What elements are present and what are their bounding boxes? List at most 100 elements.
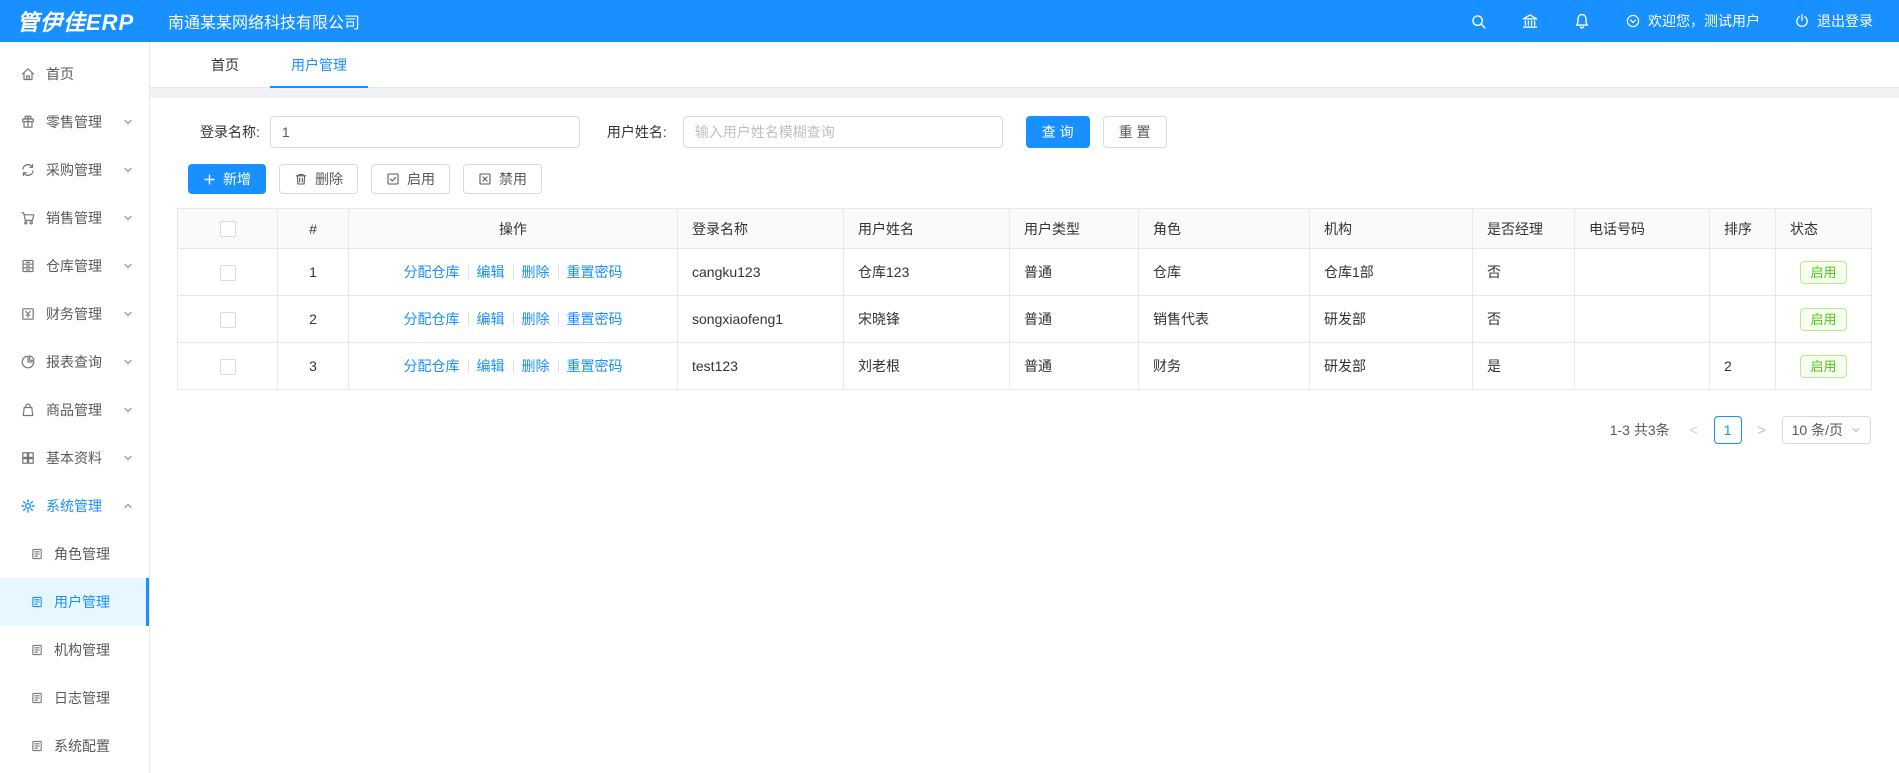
chevron-down-icon [124, 407, 132, 413]
status-badge: 启用 [1800, 307, 1847, 331]
list-icon [32, 596, 42, 608]
login-name-input[interactable] [269, 116, 580, 148]
row-checkbox[interactable] [219, 311, 236, 328]
sort-cell: 2 [1709, 342, 1776, 390]
select-all-checkbox[interactable] [219, 221, 236, 238]
prev-page-button[interactable]: < [1684, 422, 1704, 439]
sidebar-item-warehouse[interactable]: 仓库管理 [0, 242, 149, 290]
sidebar-item-finance[interactable]: 财务管理 [0, 290, 149, 338]
col-role: 角色 [1138, 208, 1310, 249]
sidebar-item-user-management[interactable]: 用户管理 [0, 578, 149, 626]
page-size-select[interactable]: 10 条/页 [1781, 416, 1871, 444]
table-row: 2 分配仓库 编辑 删除 重置密码 songxiaofeng1 宋晓锋 普通 销… [177, 295, 1872, 343]
query-button[interactable]: 查 询 [1025, 116, 1090, 148]
logout-button[interactable]: 退出登录 [1794, 11, 1873, 31]
sidebar-item-system[interactable]: 系统管理 [0, 482, 149, 530]
role-cell: 财务 [1138, 342, 1310, 390]
delete-link[interactable]: 删除 [522, 309, 550, 329]
divider [557, 312, 559, 326]
org-cell: 研发部 [1309, 342, 1473, 390]
col-login: 登录名称 [677, 208, 844, 249]
sync-icon [22, 164, 34, 176]
sidebar-label: 财务管理 [46, 306, 102, 322]
bank-icon[interactable] [1521, 12, 1539, 30]
reset-password-link[interactable]: 重置密码 [567, 262, 623, 282]
sidebar-item-basic-data[interactable]: 基本资料 [0, 434, 149, 482]
divider [557, 265, 559, 279]
row-actions: 分配仓库 编辑 删除 重置密码 [353, 262, 673, 282]
col-phone: 电话号码 [1574, 208, 1710, 249]
users-table: # 操作 登录名称 用户姓名 用户类型 角色 机构 是否经理 电话号码 排序 状… [177, 208, 1872, 390]
edit-link[interactable]: 编辑 [477, 356, 505, 376]
sidebar-item-reports[interactable]: 报表查询 [0, 338, 149, 386]
tab-user-management[interactable]: 用户管理 [270, 42, 368, 88]
delete-link[interactable]: 删除 [522, 262, 550, 282]
edit-link[interactable]: 编辑 [477, 309, 505, 329]
user-menu[interactable]: 欢迎您，测试用户 [1625, 11, 1760, 31]
list-icon [32, 740, 42, 752]
toolbar: 新增 删除 启用 禁用 [188, 164, 1871, 194]
tab-home[interactable]: 首页 [190, 42, 260, 87]
top-header: 管伊佳ERP 南通某某网络科技有限公司 欢迎您，测试用户 退出登录 [0, 0, 1899, 42]
chevron-down-icon [124, 263, 132, 269]
org-cell: 仓库1部 [1309, 248, 1473, 296]
sidebar-label: 首页 [46, 66, 74, 82]
delete-button[interactable]: 删除 [279, 164, 358, 194]
row-checkbox[interactable] [219, 264, 236, 281]
manager-cell: 否 [1472, 248, 1575, 296]
sidebar-item-retail[interactable]: 零售管理 [0, 98, 149, 146]
search-icon[interactable] [1470, 13, 1487, 30]
header-actions: 欢迎您，测试用户 退出登录 [1470, 11, 1899, 31]
manager-cell: 是 [1472, 342, 1575, 390]
sidebar-label: 系统配置 [54, 738, 110, 754]
chevron-down-icon [1852, 427, 1860, 433]
login-cell: cangku123 [677, 248, 844, 296]
sidebar-label: 用户管理 [54, 594, 110, 610]
sidebar-item-org-management[interactable]: 机构管理 [0, 626, 149, 674]
assign-warehouse-link[interactable]: 分配仓库 [404, 356, 460, 376]
page-number-button[interactable]: 1 [1713, 416, 1742, 444]
sidebar-label: 基本资料 [46, 450, 102, 466]
enable-label: 启用 [407, 171, 435, 187]
enable-button[interactable]: 启用 [371, 164, 450, 194]
role-cell: 销售代表 [1138, 295, 1310, 343]
sidebar-item-role-management[interactable]: 角色管理 [0, 530, 149, 578]
row-checkbox[interactable] [219, 358, 236, 375]
sidebar-item-products[interactable]: 商品管理 [0, 386, 149, 434]
sidebar-label: 销售管理 [46, 210, 102, 226]
edit-link[interactable]: 编辑 [477, 262, 505, 282]
add-label: 新增 [223, 171, 251, 187]
logout-label: 退出登录 [1817, 13, 1873, 29]
reset-button[interactable]: 重 置 [1102, 116, 1167, 148]
sidebar-item-system-config[interactable]: 系统配置 [0, 722, 149, 770]
table-row: 3 分配仓库 编辑 删除 重置密码 test123 刘老根 普通 财务 研发部 … [177, 342, 1872, 390]
disable-button[interactable]: 禁用 [463, 164, 542, 194]
bell-icon[interactable] [1573, 12, 1591, 30]
next-page-button[interactable]: > [1752, 422, 1772, 439]
status-badge: 启用 [1800, 260, 1847, 284]
sort-cell [1709, 248, 1776, 296]
row-actions: 分配仓库 编辑 删除 重置密码 [353, 356, 673, 376]
phone-cell [1574, 342, 1710, 390]
user-name-input[interactable] [682, 116, 1003, 148]
assign-warehouse-link[interactable]: 分配仓库 [404, 309, 460, 329]
reset-password-link[interactable]: 重置密码 [567, 309, 623, 329]
phone-cell [1574, 295, 1710, 343]
assign-warehouse-link[interactable]: 分配仓库 [404, 262, 460, 282]
sidebar-item-home[interactable]: 首页 [0, 50, 149, 98]
circle-down-icon [1626, 14, 1640, 28]
divider [557, 359, 559, 373]
delete-link[interactable]: 删除 [522, 356, 550, 376]
divider [512, 312, 514, 326]
sidebar-item-purchase[interactable]: 采购管理 [0, 146, 149, 194]
col-actions: 操作 [348, 208, 678, 249]
sidebar-item-sales[interactable]: 销售管理 [0, 194, 149, 242]
org-cell: 研发部 [1309, 295, 1473, 343]
add-button[interactable]: 新增 [188, 164, 266, 194]
chevron-down-icon [124, 455, 132, 461]
divider [512, 265, 514, 279]
chevron-down-icon [124, 359, 132, 365]
sidebar-item-log-management[interactable]: 日志管理 [0, 674, 149, 722]
reset-password-link[interactable]: 重置密码 [567, 356, 623, 376]
pie-chart-icon [21, 355, 35, 369]
